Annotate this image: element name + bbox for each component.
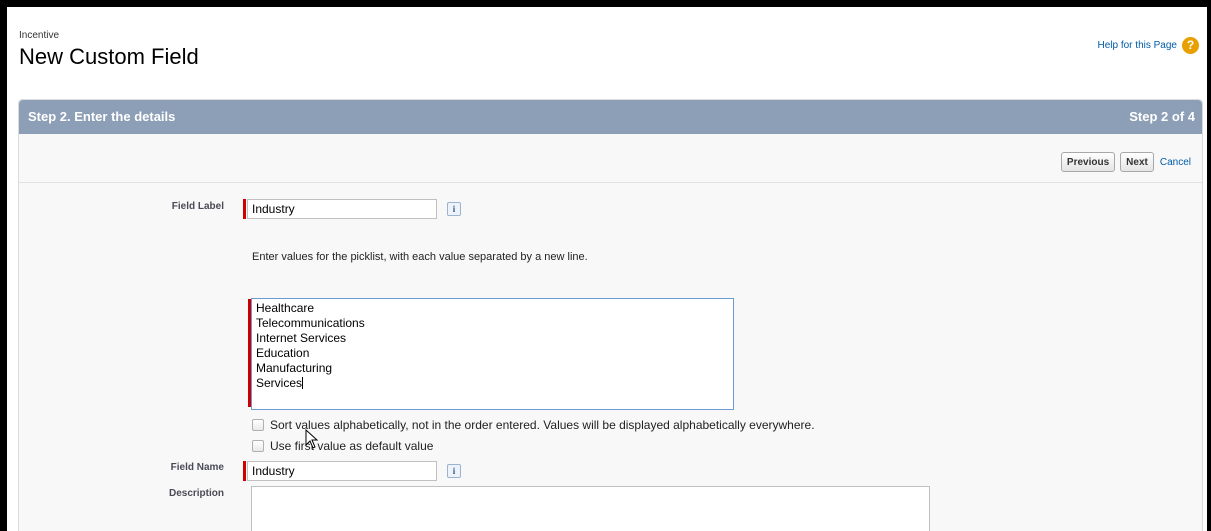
field-name-input[interactable]: Industry (247, 461, 437, 481)
step-panel: Step 2. Enter the details Step 2 of 4 Pr… (18, 99, 1203, 531)
help-link[interactable]: Help for this Page (1098, 40, 1178, 51)
help-icon[interactable]: ? (1182, 37, 1199, 54)
divider (19, 182, 1202, 183)
field-name-info-icon[interactable]: i (447, 464, 461, 478)
picklist-value: Internet Services (256, 331, 347, 345)
sort-values-label: Sort values alphabetically, not in the o… (270, 418, 815, 432)
picklist-value: Education (256, 346, 310, 360)
picklist-values-textarea[interactable]: Healthcare Telecommunications Internet S… (251, 298, 734, 410)
step-count: Step 2 of 4 (1129, 109, 1195, 124)
default-value-checkbox[interactable] (252, 440, 264, 452)
field-label-label: Field Label (171, 201, 224, 212)
picklist-value: Services (256, 376, 303, 390)
page-title: New Custom Field (19, 44, 199, 69)
step-header: Step 2. Enter the details Step 2 of 4 (19, 100, 1202, 134)
description-label: Description (168, 488, 224, 499)
previous-button[interactable]: Previous (1060, 152, 1116, 172)
field-name-label: Field Name (170, 462, 224, 473)
picklist-value-with-caret: Services (256, 376, 729, 391)
text-caret (302, 377, 304, 389)
required-indicator (243, 461, 246, 481)
default-value-label: Use first value as default value (270, 439, 434, 453)
sort-values-option[interactable]: Sort values alphabetically, not in the o… (252, 418, 815, 432)
sort-values-checkbox[interactable] (252, 419, 264, 431)
next-button[interactable]: Next (1120, 152, 1154, 172)
breadcrumb: Incentive (19, 30, 60, 41)
picklist-value: Manufacturing (256, 361, 333, 375)
picklist-value: Telecommunications (256, 316, 365, 330)
step-title: Step 2. Enter the details (28, 109, 176, 124)
field-label-input[interactable]: Industry (247, 199, 437, 219)
cancel-link[interactable]: Cancel (1160, 157, 1191, 168)
description-textarea[interactable] (251, 486, 930, 531)
page-frame: Incentive New Custom Field Help for this… (7, 7, 1207, 531)
button-row: Previous Next Cancel (1060, 152, 1191, 172)
default-value-option[interactable]: Use first value as default value (252, 439, 433, 453)
mouse-cursor-icon (305, 429, 319, 449)
required-indicator (243, 199, 246, 219)
field-label-info-icon[interactable]: i (447, 202, 461, 216)
picklist-hint: Enter values for the picklist, with each… (252, 251, 588, 263)
picklist-value: Healthcare (256, 301, 315, 315)
